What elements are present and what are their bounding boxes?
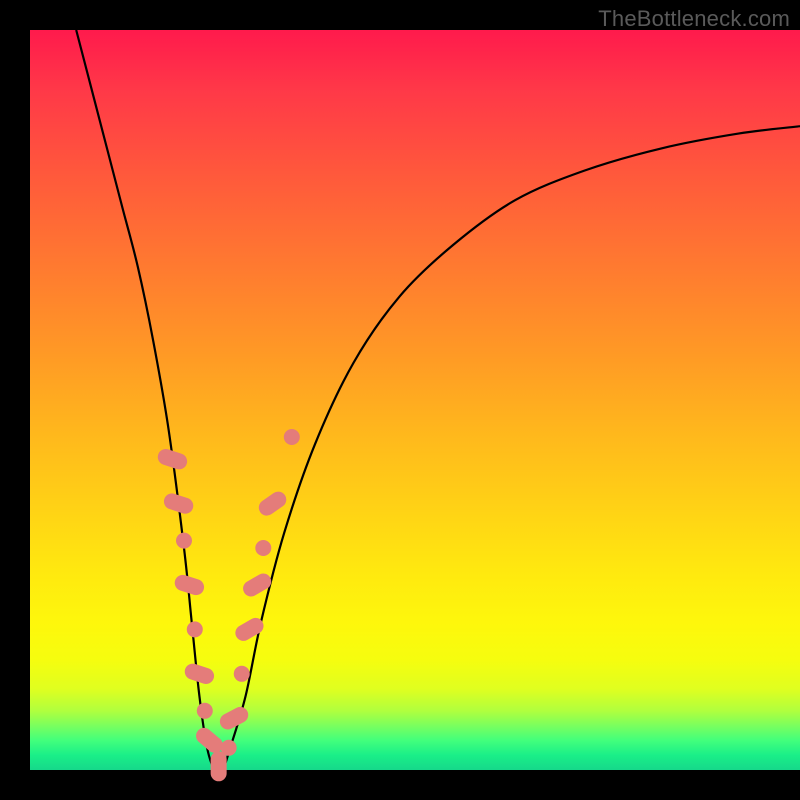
curve-marker xyxy=(197,703,213,719)
curve-marker xyxy=(211,751,227,781)
chart-frame: TheBottleneck.com xyxy=(0,0,800,800)
curve-marker xyxy=(187,621,203,637)
curve-marker xyxy=(221,740,237,756)
curve-marker xyxy=(240,571,274,600)
marker-layer xyxy=(156,429,300,781)
curve-marker xyxy=(256,488,290,518)
bottleneck-curve xyxy=(76,30,800,773)
chart-svg xyxy=(30,30,800,770)
curve-marker xyxy=(183,662,216,686)
curve-marker xyxy=(284,429,300,445)
curve-marker xyxy=(234,666,250,682)
curve-marker xyxy=(255,540,271,556)
curve-marker xyxy=(217,704,251,732)
plot-area xyxy=(30,30,800,770)
curve-marker xyxy=(176,533,192,549)
curve-marker xyxy=(193,725,226,757)
watermark-text: TheBottleneck.com xyxy=(598,6,790,32)
